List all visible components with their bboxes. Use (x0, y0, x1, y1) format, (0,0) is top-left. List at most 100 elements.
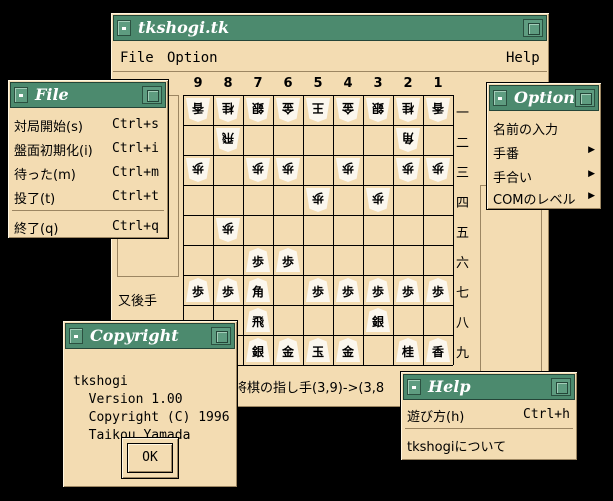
board-square[interactable] (183, 245, 213, 275)
board-square[interactable] (423, 245, 453, 275)
board-square[interactable] (273, 215, 303, 245)
board-square[interactable] (333, 245, 363, 275)
sente-piece[interactable]: 角 (246, 278, 270, 302)
sente-piece[interactable]: 歩 (186, 278, 210, 302)
board-square[interactable] (333, 215, 363, 245)
gote-piece[interactable]: 歩 (396, 158, 420, 182)
board-square[interactable]: 歩 (213, 275, 243, 305)
gote-piece[interactable]: 桂 (396, 98, 420, 122)
board-square[interactable]: 角 (393, 125, 423, 155)
board-square[interactable]: 香 (183, 95, 213, 125)
board-square[interactable] (303, 215, 333, 245)
board-square[interactable] (423, 215, 453, 245)
board-square[interactable] (423, 125, 453, 155)
copyright-title-bar[interactable]: Copyright (65, 323, 235, 349)
gote-piece[interactable]: 金 (336, 98, 360, 122)
sente-piece[interactable]: 歩 (216, 278, 240, 302)
sente-piece[interactable]: 桂 (396, 338, 420, 362)
board-square[interactable] (393, 185, 423, 215)
board-square[interactable] (183, 185, 213, 215)
board-square[interactable]: 歩 (213, 215, 243, 245)
gote-piece[interactable]: 銀 (246, 98, 270, 122)
sente-piece[interactable]: 飛 (246, 308, 270, 332)
sente-piece[interactable]: 金 (276, 338, 300, 362)
board-square[interactable] (363, 335, 393, 365)
board-square[interactable]: 歩 (183, 275, 213, 305)
board-square[interactable] (213, 185, 243, 215)
board-square[interactable]: 桂 (393, 335, 423, 365)
gote-piece[interactable]: 金 (276, 98, 300, 122)
board-square[interactable] (393, 305, 423, 335)
board-square[interactable] (243, 125, 273, 155)
sente-piece[interactable]: 金 (336, 338, 360, 362)
option-menu-title-bar[interactable]: Option (489, 85, 599, 111)
sente-piece[interactable]: 歩 (336, 278, 360, 302)
board-square[interactable] (303, 305, 333, 335)
board-square[interactable] (243, 215, 273, 245)
board-square[interactable] (273, 125, 303, 155)
gote-piece[interactable]: 香 (186, 98, 210, 122)
sente-piece[interactable]: 銀 (246, 338, 270, 362)
gote-piece[interactable]: 桂 (216, 98, 240, 122)
gote-piece[interactable]: 歩 (336, 158, 360, 182)
sente-piece[interactable]: 玉 (306, 338, 330, 362)
gote-piece[interactable]: 銀 (366, 98, 390, 122)
board-square[interactable] (303, 155, 333, 185)
board-square[interactable] (273, 305, 303, 335)
board-square[interactable]: 金 (273, 95, 303, 125)
board-square[interactable]: 飛 (213, 125, 243, 155)
window-menu-icon[interactable] (14, 87, 28, 103)
board-square[interactable]: 玉 (303, 335, 333, 365)
board-square[interactable]: 歩 (363, 275, 393, 305)
board-square[interactable]: 歩 (393, 275, 423, 305)
sente-piece[interactable]: 歩 (426, 278, 450, 302)
help-menu-title-bar[interactable]: Help (403, 374, 575, 400)
board-square[interactable] (273, 275, 303, 305)
board-square[interactable]: 歩 (363, 185, 393, 215)
board-square[interactable]: 歩 (393, 155, 423, 185)
gote-piece[interactable]: 角 (396, 128, 420, 152)
board-square[interactable] (303, 125, 333, 155)
sente-piece[interactable]: 香 (426, 338, 450, 362)
board-square[interactable] (363, 125, 393, 155)
sente-piece[interactable]: 歩 (306, 278, 330, 302)
board-square[interactable] (243, 185, 273, 215)
board-square[interactable]: 歩 (333, 275, 363, 305)
gote-piece[interactable]: 歩 (366, 188, 390, 212)
board-square[interactable]: 銀 (363, 95, 393, 125)
board-square[interactable]: 金 (333, 335, 363, 365)
sente-piece[interactable]: 歩 (246, 248, 270, 272)
board-square[interactable]: 香 (423, 95, 453, 125)
gote-piece[interactable]: 歩 (276, 158, 300, 182)
board-square[interactable]: 歩 (423, 275, 453, 305)
board-square[interactable]: 歩 (303, 275, 333, 305)
gote-piece[interactable]: 王 (306, 98, 330, 122)
board-square[interactable]: 歩 (183, 155, 213, 185)
board-square[interactable] (363, 215, 393, 245)
sente-piece[interactable]: 銀 (366, 308, 390, 332)
window-menu-icon[interactable] (493, 90, 507, 106)
board-square[interactable]: 香 (423, 335, 453, 365)
board-square[interactable] (423, 185, 453, 215)
maximize-icon[interactable] (523, 19, 543, 37)
board-square[interactable]: 金 (273, 335, 303, 365)
board-square[interactable]: 王 (303, 95, 333, 125)
window-menu-icon[interactable] (407, 379, 421, 395)
maximize-icon[interactable] (142, 86, 162, 104)
gote-piece[interactable]: 歩 (186, 158, 210, 182)
board-square[interactable] (393, 245, 423, 275)
board-square[interactable]: 桂 (393, 95, 423, 125)
board-square[interactable]: 銀 (243, 95, 273, 125)
board-square[interactable]: 歩 (423, 155, 453, 185)
board-square[interactable] (423, 305, 453, 335)
gote-piece[interactable]: 歩 (306, 188, 330, 212)
menu-option[interactable]: Option (167, 50, 218, 66)
gote-piece[interactable]: 香 (426, 98, 450, 122)
gote-piece[interactable]: 歩 (216, 218, 240, 242)
board-square[interactable] (183, 125, 213, 155)
maximize-icon[interactable] (551, 378, 571, 396)
board-square[interactable] (363, 245, 393, 275)
gote-piece[interactable]: 歩 (426, 158, 450, 182)
board-square[interactable]: 歩 (243, 245, 273, 275)
board-square[interactable]: 歩 (333, 155, 363, 185)
